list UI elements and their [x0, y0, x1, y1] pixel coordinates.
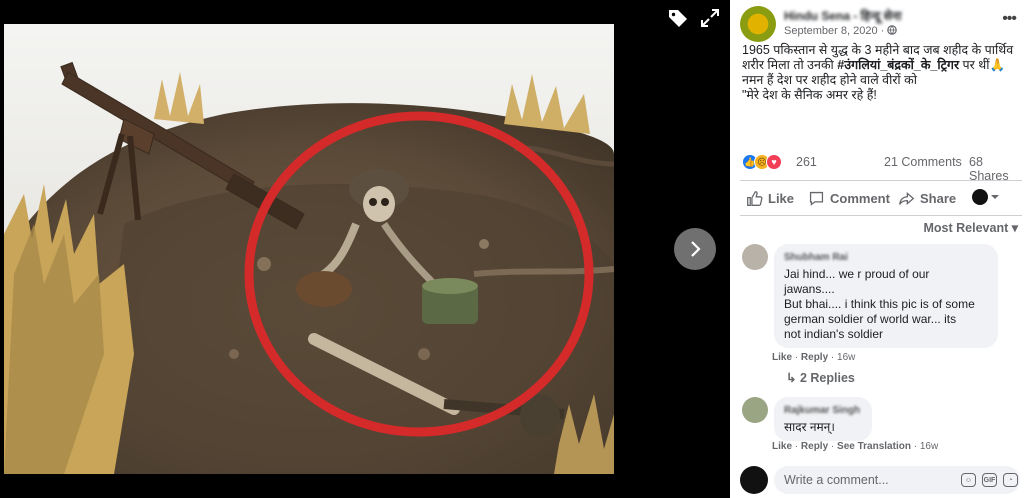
commenter-avatar[interactable] [742, 397, 768, 423]
post-hashtag[interactable]: #उंगलियां_बंद्रकों_के_ट्रिगर [837, 58, 959, 72]
chevron-down-icon [991, 195, 999, 199]
comment-sort-dropdown[interactable]: Most Relevant ▾ [924, 220, 1019, 235]
expand-icon[interactable] [698, 6, 722, 30]
view-replies-link[interactable]: ↳ 2 Replies [786, 370, 855, 385]
commenter-name[interactable]: Shubham Rai [784, 250, 988, 265]
comment-text-line: german soldier of world war... its [784, 312, 957, 326]
post-text-part: पर थीं🙏 [959, 58, 1006, 72]
user-avatar [972, 189, 988, 205]
comment-text-line: not indian's soldier [784, 327, 884, 341]
photo-viewer [0, 0, 730, 498]
comment-meta: Like · Reply · 16w [772, 352, 856, 363]
action-bar: Like Comment Share [740, 180, 1022, 216]
comment-bubble: Rajkumar Singh सादर नमन्। [774, 397, 872, 441]
page-avatar[interactable] [740, 6, 776, 42]
post-date[interactable]: September 8, 2020 · [784, 25, 898, 37]
love-reaction-icon: ♥ [766, 154, 782, 170]
share-button[interactable]: Share [898, 190, 956, 207]
reaction-icons[interactable]: 👍 ☹ ♥ [742, 154, 782, 170]
commenter-name[interactable]: Rajkumar Singh [784, 403, 862, 418]
share-icon [899, 192, 915, 205]
profile-selector[interactable] [972, 189, 1004, 205]
like-icon [747, 191, 763, 206]
reaction-count[interactable]: 261 [796, 155, 817, 169]
reply-arrow-icon: ↳ [786, 371, 800, 385]
commenter-avatar[interactable] [742, 244, 768, 270]
sticker-icon[interactable]: ◔ [1003, 473, 1018, 487]
comment-text-line: सादर नमन्। [784, 420, 835, 434]
reactions-row: 👍 ☹ ♥ 261 21 Comments 68 Shares [742, 154, 1022, 183]
comment-text-line: Jai hind... we r proud of our [784, 267, 930, 281]
post-photo [4, 24, 614, 474]
comment-label: Comment [830, 191, 890, 206]
comment-icon [809, 191, 824, 206]
comment-time[interactable]: 16w [920, 441, 938, 452]
like-label: Like [768, 191, 795, 206]
see-translation-link[interactable]: See Translation [837, 441, 911, 452]
post-text: 1965 पकिस्तान से युद्ध के 3 महीने बाद जब… [742, 43, 1022, 103]
comment-text-line: But bhai.... i think this pic is of some [784, 297, 975, 311]
comment-reply-link[interactable]: Reply [801, 441, 828, 452]
gif-icon[interactable]: GIF [982, 473, 997, 487]
tag-icon[interactable] [666, 6, 690, 30]
comment-text-line: jawans.... [784, 282, 835, 296]
globe-icon [887, 25, 898, 35]
composer-icons: ☺ GIF ◔ [961, 473, 1018, 487]
comment-reply-link[interactable]: Reply [801, 352, 828, 363]
share-count[interactable]: 68 Shares [969, 155, 1022, 183]
comment-button[interactable]: Comment [808, 190, 890, 207]
like-button[interactable]: Like [746, 190, 794, 207]
replies-label: 2 Replies [799, 371, 855, 385]
post-options-button[interactable]: ••• [1002, 10, 1017, 28]
comment-count[interactable]: 21 Comments [884, 155, 962, 169]
next-photo-button[interactable] [674, 228, 716, 270]
comment-like-link[interactable]: Like [772, 441, 792, 452]
post-text-line1: 1965 पकिस्तान से युद्ध के 3 महीने बाद जब… [742, 43, 1022, 73]
post-text-line2: नमन हैं देश पर शहीद होने वाले वीरों को [742, 73, 917, 87]
post-date-text[interactable]: September 8, 2020 · [784, 25, 887, 37]
next-arrow-icon [691, 241, 701, 257]
composer-avatar [740, 466, 768, 494]
comment-meta: Like · Reply · See Translation · 16w [772, 441, 939, 452]
post-header: Hindu Sena - हिन्दू सेना September 8, 20… [730, 0, 1024, 42]
post-text-line3: "मेरे देश के सैनिक अमर रहे हैं! [742, 88, 877, 102]
post-panel: Hindu Sena - हिन्दू सेना September 8, 20… [730, 0, 1024, 498]
page-name[interactable]: Hindu Sena - हिन्दू सेना [784, 7, 901, 24]
emoji-icon[interactable]: ☺ [961, 473, 976, 487]
comment-like-link[interactable]: Like [772, 352, 792, 363]
comment-bubble: Shubham Rai Jai hind... we r proud of ou… [774, 244, 998, 348]
comment-time[interactable]: 16w [837, 352, 855, 363]
battlefield-photo [4, 24, 614, 474]
comment-composer: ☺ GIF ◔ [740, 464, 1022, 496]
share-label: Share [920, 191, 957, 206]
